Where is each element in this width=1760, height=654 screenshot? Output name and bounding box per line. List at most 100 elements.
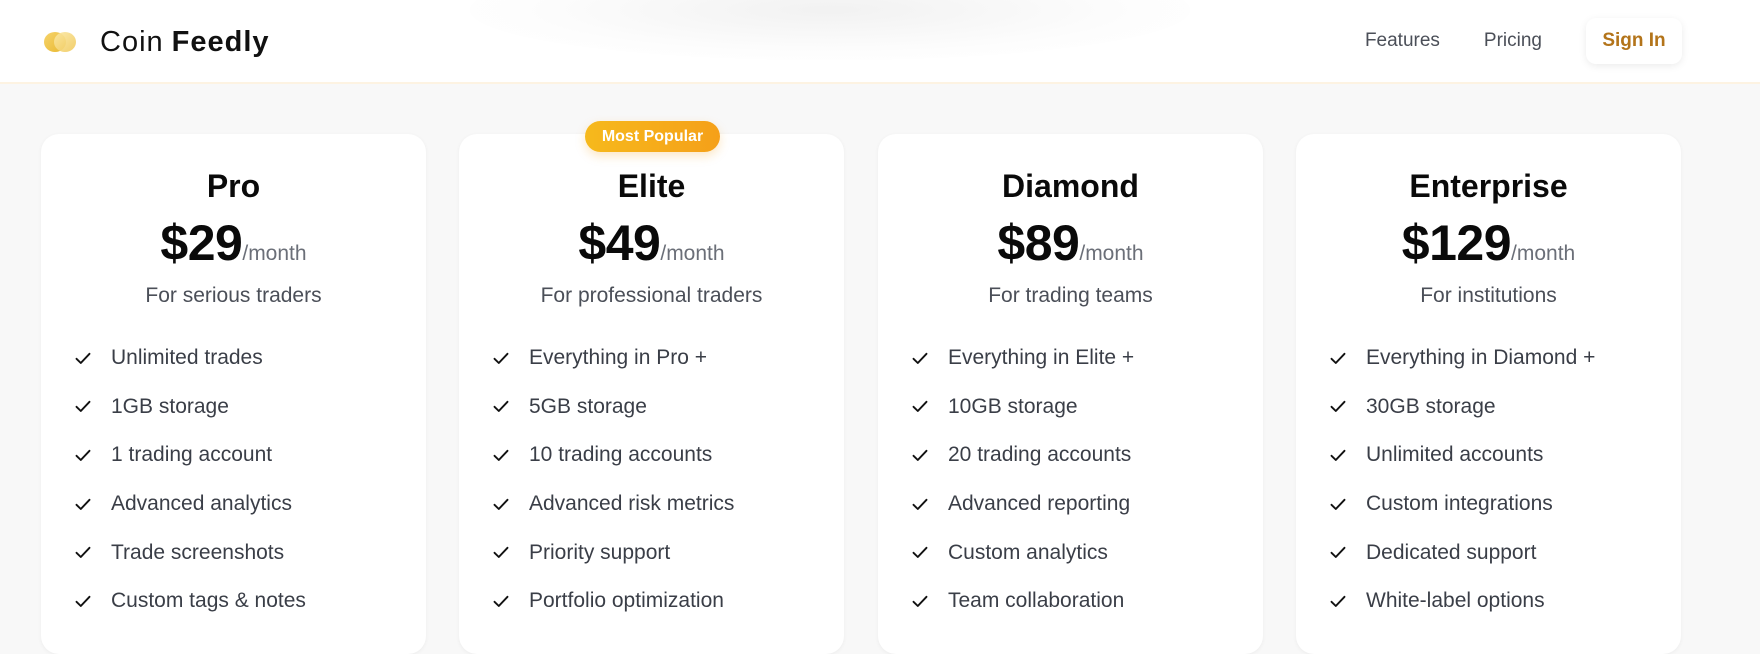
feature-text: Everything in Pro + — [529, 346, 708, 370]
feature-list: Everything in Pro + 5GB storage 10 trading… — [493, 334, 734, 626]
feature-text: Advanced risk metrics — [529, 492, 735, 516]
check-icon — [912, 497, 930, 511]
plan-period: /month — [660, 242, 725, 265]
check-icon — [1330, 594, 1348, 608]
feature-item: 20 trading accounts — [912, 431, 1134, 480]
brand-name-bold: Feedly — [171, 25, 270, 58]
plan-name: Elite — [617, 168, 686, 204]
check-icon — [912, 400, 930, 414]
feature-item: Custom tags & notes — [75, 577, 306, 626]
nav-pricing-link[interactable]: Pricing — [1484, 30, 1542, 52]
feature-text: Advanced reporting — [948, 492, 1131, 516]
feature-text: 1 trading account — [111, 443, 273, 467]
plan-price-row: $89/month — [878, 214, 1263, 272]
header-glow — [470, 0, 1190, 60]
feature-item: Dedicated support — [1330, 528, 1595, 577]
most-popular-badge: Most Popular — [585, 121, 720, 152]
check-icon — [1330, 351, 1348, 365]
check-icon — [1330, 448, 1348, 462]
check-icon — [75, 351, 93, 365]
main-nav: Features Pricing Sign In — [1365, 18, 1682, 64]
feature-list: Everything in Diamond + 30GB storage Unlim… — [1330, 334, 1595, 626]
feature-text: Dedicated support — [1366, 540, 1537, 564]
feature-item: White-label options — [1330, 577, 1595, 626]
top-header: Coin Feedly Features Pricing Sign In — [0, 0, 1760, 84]
feature-text: Portfolio optimization — [529, 589, 724, 613]
check-icon — [493, 497, 511, 511]
feature-text: 10GB storage — [948, 394, 1078, 418]
feature-item: 30GB storage — [1330, 383, 1595, 432]
plan-tagline: For trading teams — [988, 284, 1153, 307]
plan-price-row: $129/month — [1296, 214, 1681, 272]
feature-text: Priority support — [529, 540, 671, 564]
feature-item: Trade screenshots — [75, 528, 306, 577]
feature-item: Custom integrations — [1330, 480, 1595, 529]
check-icon — [75, 546, 93, 560]
plan-tagline: For serious traders — [145, 284, 322, 307]
feature-text: Custom integrations — [1366, 492, 1553, 516]
check-icon — [493, 546, 511, 560]
plan-card-enterprise: Enterprise $129/month For institutions E… — [1296, 134, 1681, 654]
feature-text: 5GB storage — [529, 394, 647, 418]
feature-item: Everything in Diamond + — [1330, 334, 1595, 383]
plan-period: /month — [1079, 242, 1144, 265]
brand-name-light: Coin — [100, 25, 164, 58]
plan-card-pro: Pro $29/month For serious traders Unlimi… — [41, 134, 426, 654]
feature-text: Everything in Diamond + — [1366, 346, 1596, 370]
feature-item: 1GB storage — [75, 383, 306, 432]
check-icon — [75, 448, 93, 462]
feature-item: Advanced analytics — [75, 480, 306, 529]
feature-item: Everything in Pro + — [493, 334, 734, 383]
plan-price: $89 — [997, 215, 1080, 271]
nav-features-link[interactable]: Features — [1365, 30, 1440, 52]
plan-name: Enterprise — [1409, 168, 1568, 204]
feature-text: 1GB storage — [111, 394, 229, 418]
feature-text: 30GB storage — [1366, 394, 1496, 418]
plan-name: Pro — [206, 168, 261, 204]
check-icon — [1330, 497, 1348, 511]
feature-text: Custom tags & notes — [111, 589, 306, 613]
check-icon — [493, 351, 511, 365]
plan-price-row: $29/month — [41, 214, 426, 272]
check-icon — [75, 594, 93, 608]
plan-card-elite: Elite $49/month For professional traders… — [459, 134, 844, 654]
feature-item: Unlimited trades — [75, 334, 306, 383]
coin-logo-icon — [44, 32, 80, 52]
check-icon — [912, 448, 930, 462]
feature-text: Everything in Elite + — [948, 346, 1135, 370]
plan-price-row: $49/month — [459, 214, 844, 272]
feature-item: 5GB storage — [493, 383, 734, 432]
plan-card-diamond: Diamond $89/month For trading teams Ever… — [878, 134, 1263, 654]
feature-item: Advanced risk metrics — [493, 480, 734, 529]
plan-name: Diamond — [1002, 168, 1139, 204]
check-icon — [493, 400, 511, 414]
plan-price: $29 — [160, 215, 243, 271]
plan-price: $49 — [578, 215, 661, 271]
feature-item: 1 trading account — [75, 431, 306, 480]
check-icon — [912, 546, 930, 560]
feature-list: Everything in Elite + 10GB storage 20 trad… — [912, 334, 1134, 626]
pricing-cards: Pro $29/month For serious traders Unlimi… — [41, 134, 1683, 654]
check-icon — [75, 400, 93, 414]
plan-period: /month — [1511, 242, 1576, 265]
feature-item: Priority support — [493, 528, 734, 577]
plan-price: $129 — [1401, 215, 1512, 271]
brand-name: Coin Feedly — [100, 26, 270, 59]
feature-text: Team collaboration — [948, 589, 1125, 613]
check-icon — [1330, 400, 1348, 414]
feature-text: Unlimited trades — [111, 346, 263, 370]
brand-logo[interactable]: Coin Feedly — [44, 22, 270, 62]
feature-text: White-label options — [1366, 589, 1545, 613]
check-icon — [912, 351, 930, 365]
feature-text: Unlimited accounts — [1366, 443, 1544, 467]
sign-in-button[interactable]: Sign In — [1586, 18, 1682, 64]
feature-item: Unlimited accounts — [1330, 431, 1595, 480]
feature-item: Team collaboration — [912, 577, 1134, 626]
feature-text: Advanced analytics — [111, 492, 292, 516]
feature-item: 10 trading accounts — [493, 431, 734, 480]
check-icon — [493, 594, 511, 608]
feature-text: 10 trading accounts — [529, 443, 713, 467]
feature-text: Custom analytics — [948, 540, 1108, 564]
feature-item: Custom analytics — [912, 528, 1134, 577]
feature-item: Advanced reporting — [912, 480, 1134, 529]
